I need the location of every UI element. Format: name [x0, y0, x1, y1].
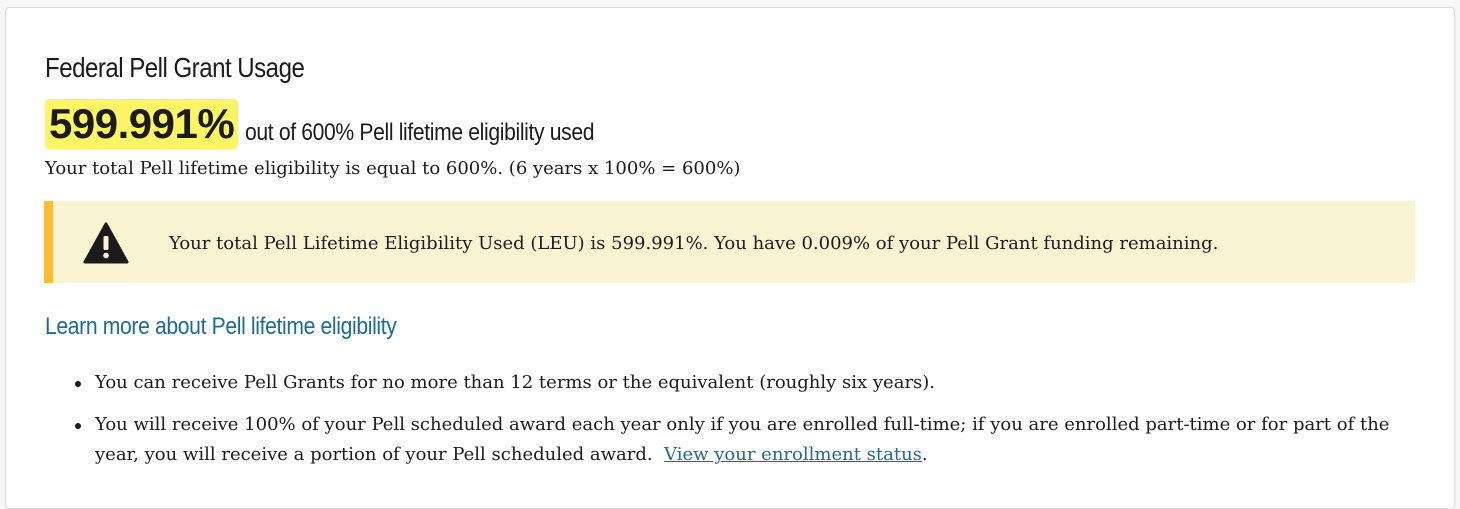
warning-icon — [83, 222, 129, 264]
warning-alert: Your total Pell Lifetime Eligibility Use… — [44, 201, 1415, 283]
eligibility-info-list: You can receive Pell Grants for no more … — [45, 368, 1425, 482]
alert-message: Your total Pell Lifetime Eligibility Use… — [169, 233, 1219, 254]
list-item: You can receive Pell Grants for no more … — [75, 368, 1425, 398]
list-item-text: You can receive Pell Grants for no more … — [95, 372, 936, 393]
section-title: Federal Pell Grant Usage — [45, 52, 305, 83]
usage-summary: 599.991% out of 600% Pell lifetime eligib… — [45, 99, 642, 149]
usage-percentage-highlight: 599.991% — [45, 99, 239, 149]
list-item: You will receive 100% of your Pell sched… — [75, 410, 1425, 470]
pell-usage-card: Federal Pell Grant Usage 599.991% out of … — [5, 7, 1455, 509]
list-item-trailing-punctuation: . — [921, 444, 928, 465]
learn-more-link[interactable]: Learn more about Pell lifetime eligibili… — [45, 313, 397, 341]
total-eligibility-text: Your total Pell lifetime eligibility is … — [45, 158, 741, 179]
view-enrollment-status-link[interactable]: View your enrollment status — [664, 444, 922, 465]
usage-suffix-text: out of 600% Pell lifetime eligibility us… — [245, 119, 595, 146]
